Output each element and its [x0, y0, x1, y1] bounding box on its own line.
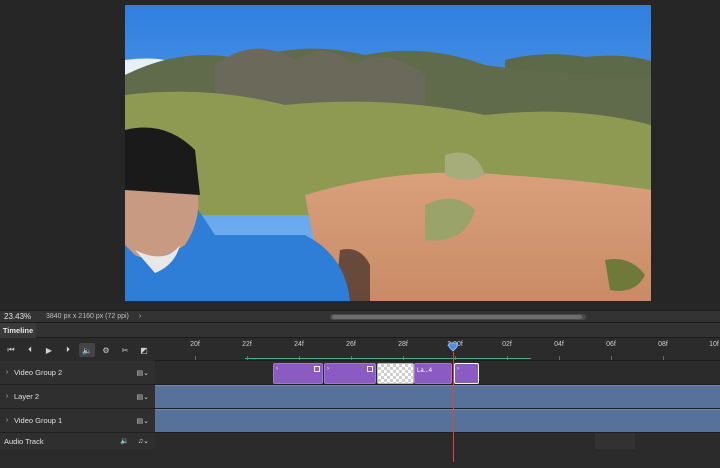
ruler-label: 26f: [346, 341, 356, 348]
playhead-handle[interactable]: [448, 342, 458, 352]
ruler-tick: [195, 356, 196, 360]
track-lane-video-group-1[interactable]: [155, 409, 720, 433]
clip-chevron-icon: ›: [327, 366, 329, 372]
expand-chevron-icon[interactable]: ›: [0, 369, 14, 376]
timeline-tab-bar: Timeline: [0, 323, 720, 338]
clip-chevron-icon: ›: [457, 366, 459, 372]
horizontal-scrollbar[interactable]: [330, 314, 586, 320]
expand-chevron-icon[interactable]: ›: [0, 417, 14, 424]
play-icon[interactable]: ▶: [41, 343, 57, 357]
next-frame-icon[interactable]: ⏵: [60, 343, 76, 357]
video-clip[interactable]: ›: [324, 363, 376, 384]
expand-chevron-icon[interactable]: ›: [0, 393, 14, 400]
audio-mute-icon[interactable]: 🔈: [79, 343, 95, 357]
horizontal-scrollbar-thumb[interactable]: [332, 315, 582, 319]
document-status-bar: 23.43% 3840 px x 2160 px (72 ppi) ›: [0, 310, 720, 322]
document-canvas[interactable]: [0, 0, 720, 310]
ruler-label: 10f: [709, 341, 719, 348]
track-header-video-group-1[interactable]: › Video Group 1 ▤⌄: [0, 409, 155, 433]
track-name: Video Group 1: [14, 416, 63, 425]
clip-chevron-icon: ›: [276, 366, 278, 372]
ruler-label: 06f: [606, 341, 616, 348]
track-header-video-group-2[interactable]: › Video Group 2 ▤⌄: [0, 361, 155, 385]
document-dimensions: 3840 px x 2160 px (72 ppi): [46, 313, 129, 320]
timeline-ruler[interactable]: 20f 22f 24f 26f 28f 2:00f 02f 04f 06f 08…: [155, 339, 720, 361]
clip-end-marker-icon: [314, 366, 320, 372]
playback-controls: ⏮ ⏴ ▶ ⏵ 🔈 ⚙ ✂ ◩: [0, 339, 155, 361]
clip-end-marker-icon: [367, 366, 373, 372]
zoom-level-field[interactable]: 23.43%: [0, 312, 38, 321]
ruler-tick: [559, 356, 560, 360]
film-strip-menu-icon[interactable]: ▤⌄: [137, 417, 149, 425]
video-clip-labeled[interactable]: La...4: [414, 363, 452, 384]
film-strip-menu-icon[interactable]: ▤⌄: [137, 393, 149, 401]
transition-icon[interactable]: ◩: [136, 343, 152, 357]
ruler-label: 28f: [398, 341, 408, 348]
video-clip[interactable]: ›: [273, 363, 323, 384]
go-to-first-frame-icon[interactable]: ⏮: [3, 343, 19, 357]
track-name: Audio Track: [4, 436, 44, 446]
settings-gear-icon[interactable]: ⚙: [98, 343, 114, 357]
timeline-panel: Timeline ⏮ ⏴ ▶ ⏵ 🔈 ⚙ ✂ ◩ 20f 22f 24f 26f…: [0, 322, 720, 468]
ruler-label: 08f: [658, 341, 668, 348]
music-note-menu-icon[interactable]: ♫⌄: [138, 437, 149, 445]
video-clip-selected[interactable]: ›: [454, 363, 479, 384]
transparent-clip[interactable]: [377, 363, 414, 384]
track-header-layer-2[interactable]: › Layer 2 ▤⌄: [0, 385, 155, 409]
track-lane-video-group-2[interactable]: › › La...4 ›: [155, 361, 720, 385]
playhead-line: [453, 352, 454, 462]
previous-frame-icon[interactable]: ⏴: [22, 343, 38, 357]
audio-lane-region: [595, 433, 635, 449]
track-lane-audio[interactable]: [155, 433, 720, 449]
clip-label: La...4: [417, 368, 433, 374]
document-info-menu-arrow-icon[interactable]: ›: [129, 313, 141, 320]
ruler-label: 02f: [502, 341, 512, 348]
film-strip-menu-icon[interactable]: ▤⌄: [137, 369, 149, 377]
track-header-audio[interactable]: Audio Track 🔉 ♫⌄: [0, 433, 155, 449]
ruler-label: 20f: [190, 341, 200, 348]
ruler-tick: [663, 356, 664, 360]
ruler-label: 22f: [242, 341, 252, 348]
video-frame-image: [125, 5, 651, 301]
ruler-label: 24f: [294, 341, 304, 348]
track-name: Layer 2: [14, 392, 40, 401]
tab-timeline[interactable]: Timeline: [0, 323, 36, 338]
ruler-label: 04f: [554, 341, 564, 348]
track-lane-layer-2[interactable]: [155, 385, 720, 409]
work-area-bar[interactable]: [245, 358, 531, 359]
track-name: Video Group 2: [14, 368, 63, 377]
ruler-tick: [611, 356, 612, 360]
audio-speaker-icon[interactable]: 🔉: [120, 437, 129, 445]
scissors-icon[interactable]: ✂: [117, 343, 133, 357]
